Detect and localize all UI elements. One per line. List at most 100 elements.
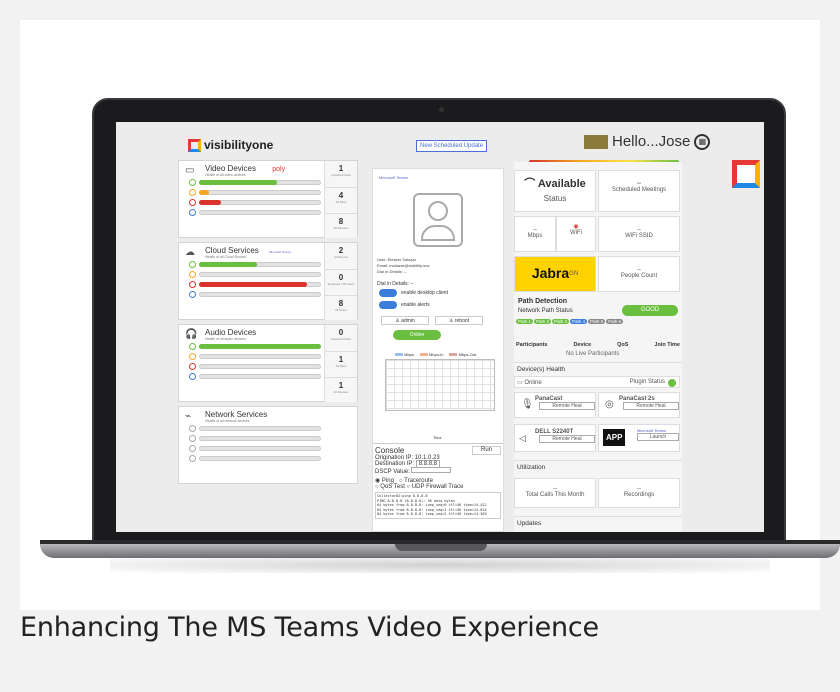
path-chip[interactable]: Path 2 [534,319,552,324]
menu-icon[interactable]: ▦ [694,133,711,150]
status-row [189,362,324,371]
total-calls-tile: -- Total Calls This Month [514,478,596,508]
run-button[interactable]: Run [471,446,501,455]
remote-heal-button[interactable]: Remote Heal [539,435,595,443]
reboot-button[interactable]: ♙ reboot [435,316,483,325]
dscp-input[interactable] [411,467,452,473]
jabra-tile[interactable]: JabraGN [514,256,596,292]
count-tile[interactable]: 4 All Sites [324,187,357,213]
dashboard-screen: visibilityone New Scheduled Update Hello… [116,122,764,532]
wifi-tile: ◉ WiFi [556,216,596,252]
count-tile[interactable]: 2 All Rooms [324,243,357,269]
online-row: ▭ Online Plugin Status [514,376,680,388]
dell-display-tile[interactable]: ◁ DELL S2240T Remote Heal [514,424,596,452]
count-tile[interactable]: 8 All Devices [324,213,357,238]
toggle-switch[interactable] [379,301,397,309]
status-row [189,372,324,381]
network-path-status: Network Path Status [518,308,573,314]
brand-logo: visibilityone [188,138,273,152]
recordings-tile: -- Recordings [598,478,680,508]
device-health-title: Device(s) Health [514,362,682,376]
status-row [189,444,324,453]
video-camera-icon: ▭ [185,165,195,176]
dial-in-details: Dial in Details: -- [377,281,414,287]
toggle-switch[interactable] [379,289,397,297]
status-row [189,454,324,463]
mbps-tile: -- Mbps [514,216,556,252]
dscp-value: DSCP Value: [375,467,501,475]
status-row [189,280,324,289]
count-tile[interactable]: 8 All Users [324,295,357,320]
launch-button[interactable]: Launch [637,433,679,441]
meetings-tile[interactable]: -- Scheduled Meetings [598,170,680,212]
user-info: User: Eleazer Salazar Email: esalazar@vis… [377,257,430,274]
path-chip[interactable]: Path 1 [516,319,534,324]
udp-radio[interactable]: ○ UDP Firewall Trace [407,484,464,490]
user-avatar-icon [413,193,463,247]
remote-heal-button[interactable]: Remote Heal [539,402,595,410]
status-row [189,188,324,197]
console-panel: Console Run Origination IP: 10.1.0.23 Des… [373,443,503,532]
ssid-tile: -- WiFi SSID [598,216,680,252]
console-title: Console [375,446,405,455]
count-tile[interactable]: 1 All Sites [324,351,357,377]
participants-header: Participants Device QoS Join Time [516,342,680,348]
audio-devices-section[interactable]: 🎧 Audio Devices Health of all audio devi… [178,324,358,402]
app-badge: APP [603,429,626,446]
status-row [189,342,324,351]
status-row [189,434,324,443]
path-chip[interactable]: Path 5 [588,319,606,324]
video-devices-section[interactable]: ▭ Video Devices poly Health of all video… [178,160,358,238]
laptop-lid: visibilityone New Scheduled Update Hello… [92,98,786,546]
remote-heal-button[interactable]: Remote Heal [623,402,679,410]
scheduled-update-button[interactable]: New Scheduled Update [416,140,488,152]
cloud-icon: ☁ [185,247,195,258]
chart-legend: Mbps Mbps-In Mbps-Out [395,352,476,357]
bandwidth-chart [385,359,495,411]
camera-icon: ◎ [605,399,614,410]
status-row [189,424,324,433]
path-list: Path 1 Path 2 Path 3 Path 4 Path 5 Path … [516,319,624,324]
alerts-toggle[interactable]: enable alerts [379,301,430,309]
network-services-section[interactable]: ⌁ Network Services Health of all network… [178,406,358,484]
status-row [189,270,324,279]
good-status-badge: GOOD [622,305,678,316]
panacast-tile[interactable]: 🎙 PanaCast Remote Heal [514,392,596,418]
online-status-button[interactable]: Online [393,330,441,340]
status-row [189,178,324,187]
availability-tile[interactable]: ⌒ Available Status [514,170,596,212]
status-row [189,260,324,269]
count-tile[interactable]: 0 Impacted Sites [324,325,357,351]
caption: Enhancing The MS Teams Video Experience [20,612,599,643]
panacast2s-tile[interactable]: ◎ PanaCast 2s Remote Heal [598,392,680,418]
cloud-services-section[interactable]: ☁ Cloud Services Microsoft Teams Health … [178,242,358,320]
greeting: Hello...Jose ▦ [584,133,711,150]
qos-radio[interactable]: ○ QoS Test [375,484,405,490]
count-tile[interactable]: 1 All Devices [324,377,357,402]
monitor-icon: ▭ [517,380,523,386]
path-chip[interactable]: Path 4 [570,319,588,324]
count-tile[interactable]: 1 Impacted Sites [324,161,357,187]
headphones-icon: 🎧 [185,329,198,340]
admin-button[interactable]: ♙ admin [381,316,429,325]
teams-label: Microsoft Teams [379,175,409,180]
logo-icon [188,138,201,152]
page: visibilityone New Scheduled Update Hello… [0,0,840,692]
utilization-title: Utilization [514,460,682,474]
desktop-client-toggle[interactable]: enable desktop client [379,289,448,297]
status-row [189,198,324,207]
section-subtitle: Health of all network devices [205,419,250,423]
path-detection-title: Path Detection [518,298,568,305]
count-tile[interactable]: 0 Impacted VIP Users [324,269,357,295]
network-icon: ⌁ [185,411,192,422]
teams-logo: Microsoft Teams [269,250,291,254]
no-participants-text: No Live Participants [566,351,620,357]
status-row [189,290,324,299]
path-chip[interactable]: Path 6 [606,319,624,324]
path-chip[interactable]: Path 3 [552,319,570,324]
teams-app-tile[interactable]: APP Microsoft Teams Launch [598,424,680,452]
status-row [189,352,324,361]
chart-time-label: Time [433,435,442,440]
brand-name: visibilityone [204,138,274,152]
people-count-tile: -- People Count [598,256,680,292]
